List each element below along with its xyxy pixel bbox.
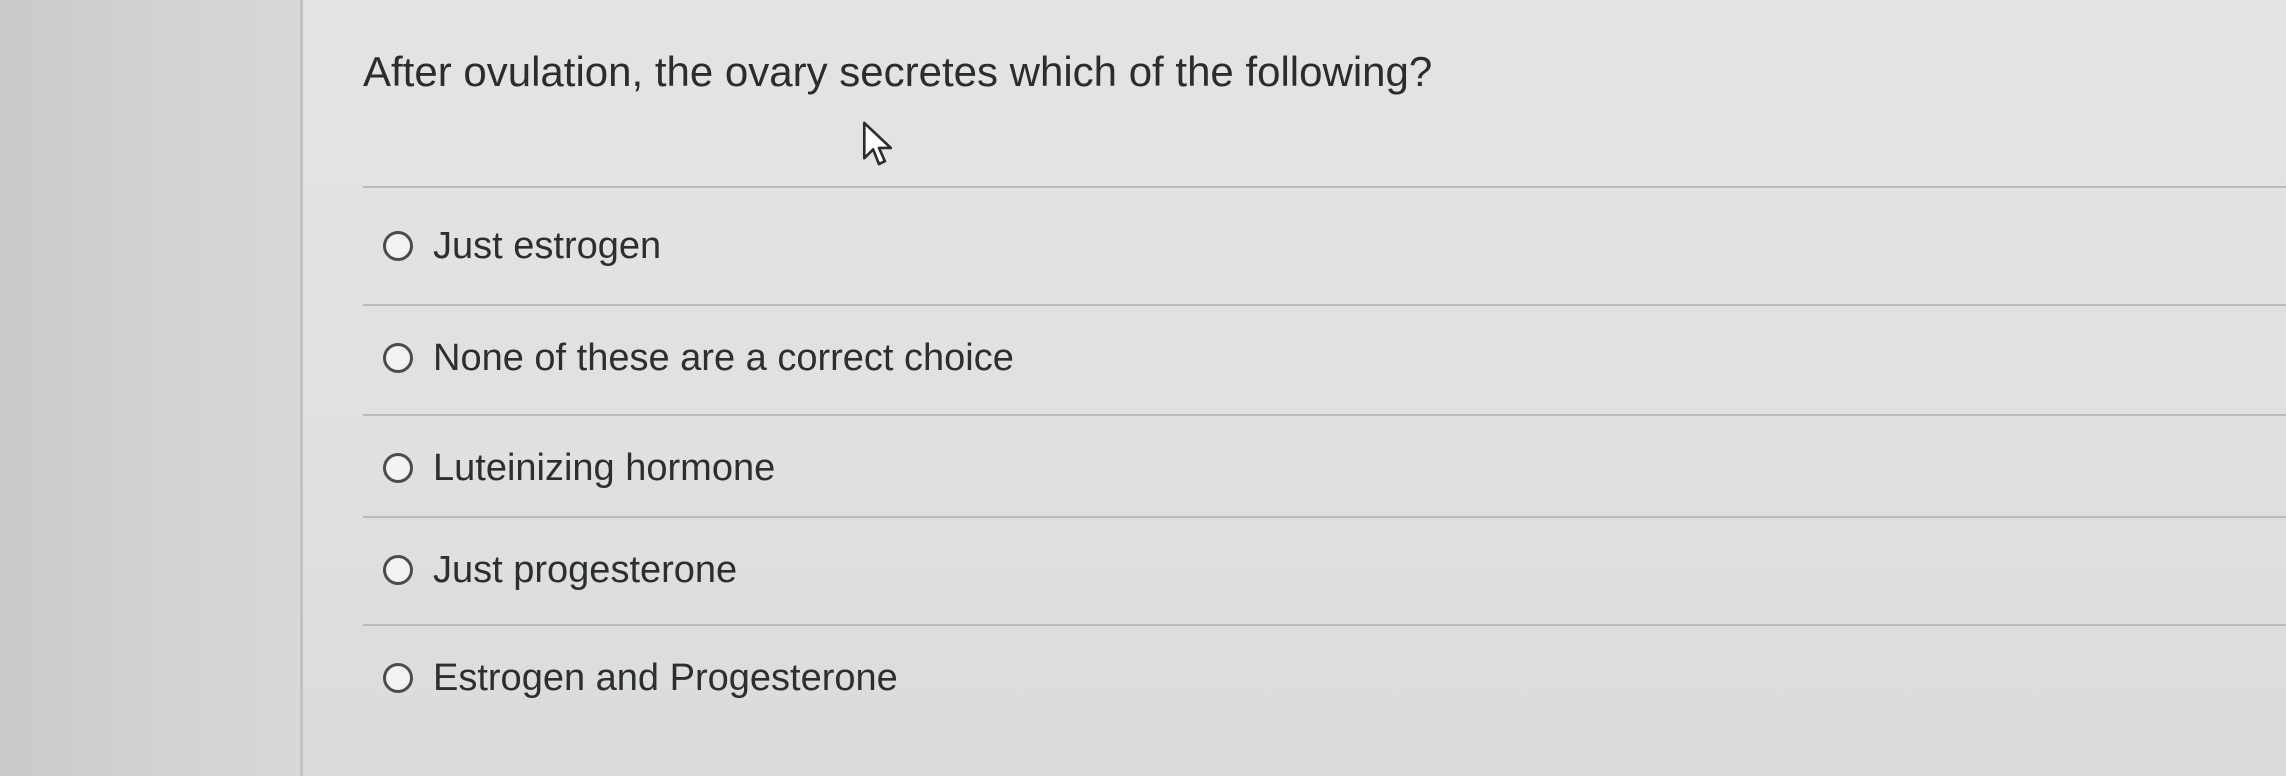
answer-option-label: None of these are a correct choice — [433, 336, 1014, 379]
answer-option-4[interactable]: Just progesterone — [363, 518, 2286, 622]
answer-option-2[interactable]: None of these are a correct choice — [363, 306, 2286, 410]
radio-button-icon[interactable] — [383, 453, 413, 483]
radio-button-icon[interactable] — [383, 555, 413, 585]
answer-option-label: Luteinizing hormone — [433, 446, 776, 489]
answer-option-1[interactable]: Just estrogen — [363, 194, 2286, 298]
question-panel: After ovulation, the ovary secretes whic… — [303, 0, 2286, 776]
answer-option-5[interactable]: Estrogen and Progesterone — [363, 626, 2286, 730]
radio-button-icon[interactable] — [383, 663, 413, 693]
question-text: After ovulation, the ovary secretes whic… — [363, 48, 1433, 95]
mouse-pointer-icon — [862, 121, 893, 166]
answer-option-3[interactable]: Luteinizing hormone — [363, 416, 2286, 520]
divider — [363, 186, 2286, 188]
radio-button-icon[interactable] — [383, 231, 413, 261]
answer-option-label: Just estrogen — [433, 224, 662, 267]
answer-option-label: Estrogen and Progesterone — [433, 656, 898, 699]
left-margin — [0, 0, 300, 776]
radio-button-icon[interactable] — [383, 343, 413, 373]
answer-option-label: Just progesterone — [433, 548, 738, 591]
